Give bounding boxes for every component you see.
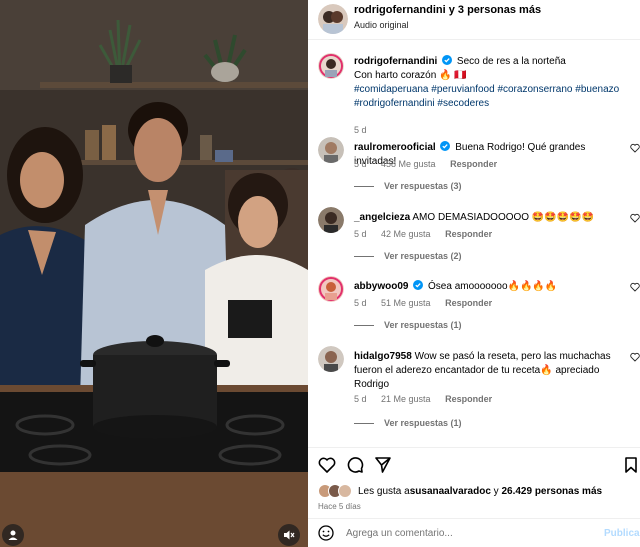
post-header: rodrigofernandini y 3 personas más Audio… — [308, 0, 640, 40]
comments-list[interactable]: rodrigofernandini Seco de res a la norte… — [308, 41, 640, 447]
verified-badge-icon — [440, 141, 451, 151]
avatar[interactable] — [318, 346, 344, 372]
view-replies-button[interactable]: Ver respuestas (1) — [354, 320, 462, 330]
avatar[interactable] — [318, 53, 344, 79]
comment-like-heart-icon[interactable] — [630, 352, 640, 362]
likes-summary[interactable]: Les gusta a susanaalvaradoc y 26.429 per… — [318, 484, 602, 498]
comment-username[interactable]: raulromerooficial — [354, 142, 436, 153]
caption-username[interactable]: rodrigofernandini — [354, 56, 437, 67]
smiley-icon[interactable] — [318, 525, 334, 541]
reel-video[interactable] — [0, 0, 308, 547]
post-owner-username[interactable]: rodrigofernandini — [354, 4, 446, 16]
comment-input[interactable] — [346, 525, 596, 542]
comment-likes[interactable]: 51 Me gusta — [381, 298, 431, 308]
verified-badge-icon — [413, 280, 424, 290]
liker-avatars — [318, 484, 352, 498]
reply-button[interactable]: Responder — [445, 394, 492, 404]
publish-button[interactable]: Publicar — [604, 528, 640, 539]
verified-badge-icon — [442, 55, 453, 65]
view-replies-button[interactable]: Ver respuestas (2) — [354, 251, 462, 261]
comment-like-heart-icon[interactable] — [630, 213, 640, 223]
comment-text: Ósea amooooooo🔥🔥🔥🔥 — [428, 281, 558, 292]
send-icon[interactable] — [374, 456, 392, 474]
collaborators-link[interactable]: y 3 personas más — [449, 4, 541, 16]
likes-middle: y — [490, 485, 502, 497]
comment-like-heart-icon[interactable] — [630, 282, 640, 292]
likes-first-user[interactable]: susanaalvaradoc — [410, 486, 491, 497]
comment-icon[interactable] — [346, 456, 364, 474]
heart-icon[interactable] — [318, 456, 336, 474]
avatar[interactable] — [318, 137, 344, 163]
view-replies-button[interactable]: Ver respuestas (3) — [354, 181, 462, 191]
tagged-users-button[interactable] — [2, 524, 24, 546]
comment-time: 5 d — [354, 394, 367, 404]
bookmark-icon[interactable] — [622, 456, 640, 474]
video-frame — [0, 0, 308, 547]
comment-time: 5 d — [354, 298, 367, 308]
comment-likes[interactable]: 21 Me gusta — [381, 394, 431, 404]
caption-time: 5 d — [354, 125, 367, 135]
view-replies-button[interactable]: Ver respuestas (1) — [354, 418, 462, 428]
comment-likes[interactable]: 42 Me gusta — [381, 229, 431, 239]
comment-username[interactable]: hidalgo7958 — [354, 351, 412, 362]
reply-button[interactable]: Responder — [450, 159, 497, 169]
avatar[interactable] — [318, 207, 344, 233]
user-tag-icon — [8, 530, 18, 540]
mute-button[interactable] — [278, 524, 300, 546]
comment-time: 5 d — [354, 229, 367, 239]
comment-time: 5 d — [354, 159, 367, 169]
avatar[interactable] — [318, 4, 348, 34]
caption-line1: Seco de res a la norteña — [456, 56, 566, 67]
comment-likes[interactable]: 458 Me gusta — [381, 159, 436, 169]
likes-prefix: Les gusta a — [358, 485, 410, 497]
comment-username[interactable]: _angelcieza — [354, 212, 410, 223]
likes-count[interactable]: 26.429 personas más — [501, 486, 602, 497]
post-details-panel: rodrigofernandini y 3 personas más Audio… — [308, 0, 640, 547]
posted-ago: Hace 5 días — [318, 502, 361, 511]
comment-text: AMO DEMASIADOOOOO 🤩🤩🤩🤩🤩 — [412, 212, 595, 223]
add-comment-bar: Publicar — [308, 518, 640, 547]
comment-like-heart-icon[interactable] — [630, 143, 640, 153]
comment-username[interactable]: abbywoo09 — [354, 281, 408, 292]
caption-line2: Con harto corazón 🔥 🇵🇪 — [354, 70, 467, 81]
avatar[interactable] — [318, 276, 344, 302]
reply-button[interactable]: Responder — [445, 298, 492, 308]
reply-button[interactable]: Responder — [445, 229, 492, 239]
audio-label[interactable]: Audio original — [354, 20, 409, 30]
caption-hashtags[interactable]: #comidaperuana #peruvianfood #corazonser… — [354, 84, 619, 109]
speaker-muted-icon — [284, 530, 295, 540]
